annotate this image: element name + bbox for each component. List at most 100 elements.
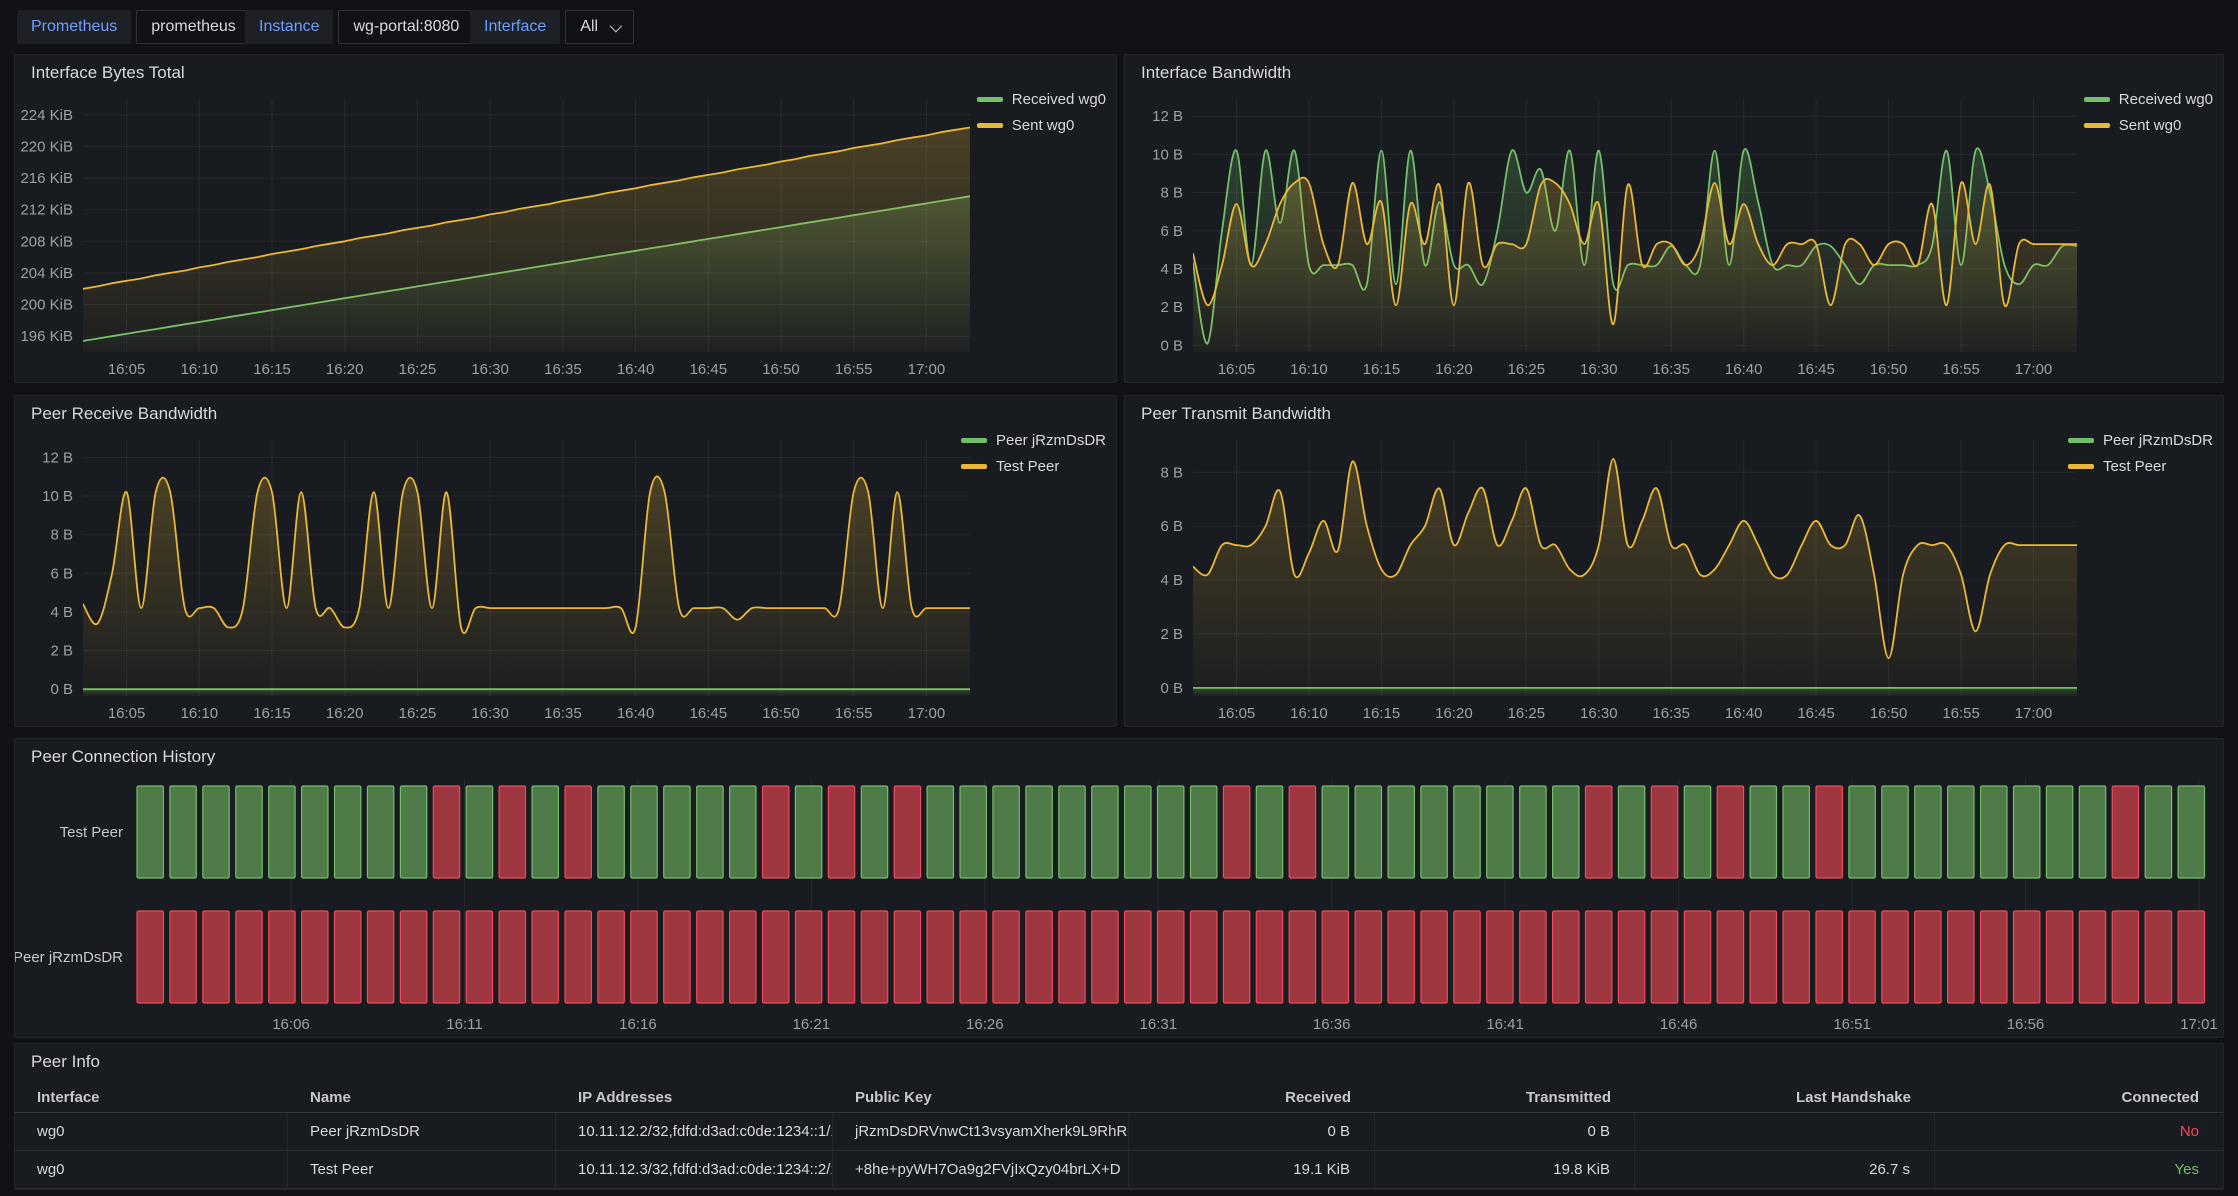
x-tick-label: 16:50 — [1870, 361, 1908, 378]
legend-label: Sent wg0 — [1012, 117, 1075, 134]
status-bar — [1487, 786, 1513, 878]
legend-item[interactable]: Received wg0 — [2084, 91, 2213, 108]
status-bar — [631, 911, 657, 1003]
status-bar — [1092, 911, 1118, 1003]
y-tick-label: 220 KiB — [20, 138, 73, 155]
x-tick-label: 16:50 — [1870, 705, 1908, 722]
peer-receive-bandwidth-chart[interactable]: 0 B2 B4 B6 B8 B10 B12 B16:0516:1016:1516… — [15, 396, 1116, 726]
x-tick-label: 16:45 — [690, 361, 728, 378]
legend-item[interactable]: Sent wg0 — [977, 117, 1106, 134]
status-bar — [1948, 786, 1974, 878]
status-bar — [1684, 786, 1710, 878]
column-header-interface[interactable]: Interface — [15, 1089, 288, 1106]
peer-connection-history-chart[interactable]: 16:0616:1116:1616:2116:2616:3116:3616:41… — [15, 739, 2223, 1037]
status-bar — [1191, 911, 1217, 1003]
legend-item[interactable]: Test Peer — [2068, 458, 2213, 475]
x-tick-label: 16:06 — [272, 1016, 310, 1033]
y-tick-label: 4 B — [1160, 261, 1183, 278]
x-tick-label: 16:16 — [619, 1016, 657, 1033]
status-bar — [1223, 786, 1249, 878]
legend-item[interactable]: Received wg0 — [977, 91, 1106, 108]
y-tick-label: 12 B — [1152, 108, 1183, 125]
column-header-name[interactable]: Name — [288, 1089, 556, 1106]
status-bar — [1158, 786, 1184, 878]
interface-bandwidth-chart[interactable]: 0 B2 B4 B6 B8 B10 B12 B16:0516:1016:1516… — [1125, 55, 2223, 382]
legend-item[interactable]: Peer jRzmDsDR — [2068, 432, 2213, 449]
table-cell: Test Peer — [288, 1151, 556, 1188]
status-bar — [664, 786, 690, 878]
y-tick-label: 0 B — [1160, 680, 1183, 697]
status-bar — [203, 911, 229, 1003]
status-bar — [1059, 786, 1085, 878]
status-bar — [565, 911, 591, 1003]
status-bar — [1520, 786, 1546, 878]
column-header-last-handshake[interactable]: Last Handshake — [1635, 1089, 1935, 1106]
status-bar — [1981, 911, 2007, 1003]
status-bar — [269, 786, 295, 878]
y-tick-label: 224 KiB — [20, 107, 73, 124]
status-bar — [960, 911, 986, 1003]
status-bar — [1618, 911, 1644, 1003]
status-bar — [400, 786, 426, 878]
x-tick-label: 16:21 — [793, 1016, 831, 1033]
status-bar — [466, 911, 492, 1003]
x-tick-label: 16:55 — [1942, 705, 1980, 722]
y-tick-label: 208 KiB — [20, 233, 73, 250]
peer-transmit-bandwidth-chart[interactable]: 0 B2 B4 B6 B8 B16:0516:1016:1516:2016:25… — [1125, 396, 2223, 726]
legend-item[interactable]: Test Peer — [961, 458, 1106, 475]
status-bar — [1125, 786, 1151, 878]
panel-title-peer-transmit-bandwidth[interactable]: Peer Transmit Bandwidth — [1141, 404, 1331, 424]
status-bar — [894, 911, 920, 1003]
y-tick-label: 2 B — [50, 643, 73, 660]
x-tick-label: 16:45 — [690, 705, 728, 722]
status-bar — [697, 786, 723, 878]
panel-title-peer-receive-bandwidth[interactable]: Peer Receive Bandwidth — [31, 404, 217, 424]
column-header-connected[interactable]: Connected — [1935, 1089, 2223, 1106]
status-bar — [795, 911, 821, 1003]
status-bar — [170, 786, 196, 878]
status-bar — [763, 786, 789, 878]
x-tick-label: 16:50 — [762, 361, 800, 378]
interface-bytes-total-chart[interactable]: 196 KiB200 KiB204 KiB208 KiB212 KiB216 K… — [15, 55, 1116, 382]
status-bar — [631, 786, 657, 878]
status-bar — [236, 911, 262, 1003]
x-tick-label: 17:00 — [908, 361, 946, 378]
y-tick-label: 4 B — [1160, 572, 1183, 589]
panel-title-interface-bytes-total[interactable]: Interface Bytes Total — [31, 63, 185, 83]
panel-title-peer-info[interactable]: Peer Info — [31, 1052, 100, 1072]
status-bar — [1849, 786, 1875, 878]
status-bar — [1388, 911, 1414, 1003]
chart-legend: Received wg0 Sent wg0 — [977, 91, 1106, 134]
row-label: Peer jRzmDsDR — [15, 949, 123, 966]
status-bar — [335, 911, 361, 1003]
y-tick-label: 216 KiB — [20, 170, 73, 187]
x-tick-label: 16:25 — [399, 361, 437, 378]
legend-item[interactable]: Sent wg0 — [2084, 117, 2213, 134]
legend-series-dash-icon — [2084, 97, 2110, 102]
x-tick-label: 16:51 — [1833, 1016, 1871, 1033]
legend-item[interactable]: Peer jRzmDsDR — [961, 432, 1106, 449]
status-bar — [1454, 786, 1480, 878]
y-tick-label: 0 B — [50, 681, 73, 698]
status-bar — [1388, 786, 1414, 878]
panel-title-peer-connection-history[interactable]: Peer Connection History — [31, 747, 215, 767]
y-tick-label: 8 B — [1160, 464, 1183, 481]
var-select-interface[interactable]: All — [565, 10, 634, 44]
column-header-public-key[interactable]: Public Key — [833, 1089, 1129, 1106]
status-bar — [861, 786, 887, 878]
column-header-received[interactable]: Received — [1129, 1089, 1375, 1106]
panel-title-interface-bandwidth[interactable]: Interface Bandwidth — [1141, 63, 1291, 83]
var-label-interface: Interface — [470, 10, 560, 44]
x-tick-label: 16:35 — [1652, 361, 1690, 378]
var-label-prometheus: Prometheus — [17, 10, 131, 44]
status-bar — [1783, 786, 1809, 878]
status-bar — [1421, 786, 1447, 878]
var-value-interface: All — [580, 18, 598, 36]
y-tick-label: 8 B — [50, 527, 73, 544]
status-bar — [1783, 911, 1809, 1003]
x-tick-label: 16:15 — [253, 705, 291, 722]
x-tick-label: 16:40 — [617, 705, 655, 722]
var-group-prometheus: Prometheus prometheus — [17, 10, 272, 44]
column-header-ip-addresses[interactable]: IP Addresses — [556, 1089, 833, 1106]
column-header-transmitted[interactable]: Transmitted — [1375, 1089, 1635, 1106]
